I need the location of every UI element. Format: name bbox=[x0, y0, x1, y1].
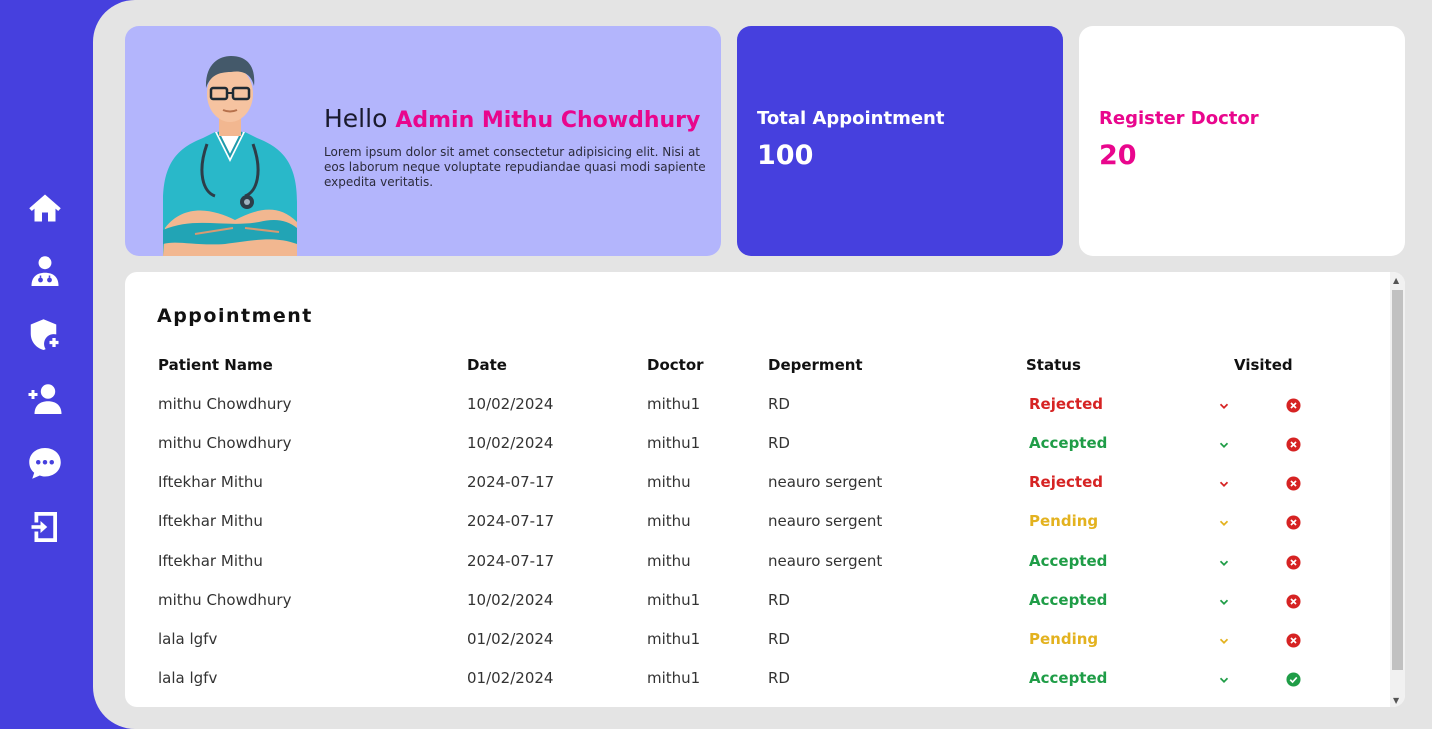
column-header-visited: Visited bbox=[1234, 356, 1293, 374]
status-cell: Accepted bbox=[1029, 591, 1108, 609]
department-cell: neauro sergent bbox=[768, 512, 883, 530]
table-row: mithu Chowdhury 10/02/2024 mithu1 RD Accepte… bbox=[125, 591, 1385, 613]
date-cell: 10/02/2024 bbox=[467, 434, 554, 452]
patient-name-cell: Iftekhar Mithu bbox=[158, 473, 263, 491]
doctor-icon[interactable] bbox=[25, 251, 65, 291]
department-cell: RD bbox=[768, 669, 790, 687]
status-dropdown-chevron-icon[interactable] bbox=[1217, 672, 1231, 686]
status-cell: Pending bbox=[1029, 512, 1099, 530]
department-cell: RD bbox=[768, 395, 790, 413]
not-visited-x-icon[interactable] bbox=[1286, 555, 1301, 570]
department-cell: RD bbox=[768, 434, 790, 452]
appointment-title: Appointment bbox=[157, 305, 313, 327]
not-visited-x-icon[interactable] bbox=[1286, 633, 1301, 648]
department-cell: neauro sergent bbox=[768, 552, 883, 570]
department-cell: neauro sergent bbox=[768, 473, 883, 491]
table-row: Iftekhar Mithu 2024-07-17 mithu neauro serg… bbox=[125, 473, 1385, 495]
date-cell: 10/02/2024 bbox=[467, 395, 554, 413]
not-visited-x-icon[interactable] bbox=[1286, 398, 1301, 413]
status-dropdown-chevron-icon[interactable] bbox=[1217, 594, 1231, 608]
table-row: Iftekhar Mithu 2024-07-17 mithu neauro serg… bbox=[125, 512, 1385, 534]
status-dropdown-chevron-icon[interactable] bbox=[1217, 398, 1231, 412]
department-cell: RD bbox=[768, 591, 790, 609]
department-cell: RD bbox=[768, 630, 790, 648]
status-cell: Rejected bbox=[1029, 473, 1104, 491]
table-row: lala lgfv 01/02/2024 mithu1 RD Pending bbox=[125, 630, 1385, 652]
status-cell: Accepted bbox=[1029, 552, 1108, 570]
total-appointment-card: Total Appointment 100 bbox=[737, 26, 1063, 256]
status-dropdown-chevron-icon[interactable] bbox=[1217, 437, 1231, 451]
sidebar bbox=[0, 0, 95, 729]
column-header-doctor: Doctor bbox=[647, 356, 704, 374]
column-header-department: Deperment bbox=[768, 356, 863, 374]
status-dropdown-chevron-icon[interactable] bbox=[1217, 476, 1231, 490]
welcome-description: Lorem ipsum dolor sit amet consectetur a… bbox=[324, 145, 706, 189]
patient-name-cell: mithu Chowdhury bbox=[158, 434, 292, 452]
status-cell: Rejected bbox=[1029, 395, 1104, 413]
welcome-card: Hello Admin Mithu Chowdhury Lorem ipsum … bbox=[125, 26, 721, 256]
register-doctor-value: 20 bbox=[1099, 140, 1137, 171]
shield-plus-icon[interactable] bbox=[25, 315, 65, 355]
not-visited-x-icon[interactable] bbox=[1286, 515, 1301, 530]
patient-name-cell: Iftekhar Mithu bbox=[158, 512, 263, 530]
patient-name-cell: Iftekhar Mithu bbox=[158, 552, 263, 570]
table-row: Iftekhar Mithu 2024-07-17 mithu neauro serg… bbox=[125, 552, 1385, 574]
doctor-cell: mithu1 bbox=[647, 669, 701, 687]
doctor-cell: mithu bbox=[647, 552, 691, 570]
total-appointment-label: Total Appointment bbox=[757, 108, 945, 129]
scrollbar[interactable]: ▲ ▼ bbox=[1390, 272, 1405, 707]
add-user-icon[interactable] bbox=[25, 379, 65, 419]
status-cell: Accepted bbox=[1029, 669, 1108, 687]
status-cell: Accepted bbox=[1029, 434, 1108, 452]
patient-name-cell: mithu Chowdhury bbox=[158, 395, 292, 413]
scrollbar-thumb[interactable] bbox=[1392, 290, 1403, 670]
patient-name-cell: lala lgfv bbox=[158, 630, 218, 648]
date-cell: 01/02/2024 bbox=[467, 630, 554, 648]
visited-check-icon[interactable] bbox=[1286, 672, 1301, 687]
status-dropdown-chevron-icon[interactable] bbox=[1217, 555, 1231, 569]
date-cell: 2024-07-17 bbox=[467, 512, 555, 530]
doctor-illustration bbox=[163, 56, 297, 256]
greeting: Hello bbox=[324, 104, 388, 133]
doctor-cell: mithu1 bbox=[647, 395, 701, 413]
register-doctor-label: Register Doctor bbox=[1099, 108, 1259, 129]
doctor-cell: mithu1 bbox=[647, 591, 701, 609]
date-cell: 2024-07-17 bbox=[467, 552, 555, 570]
admin-name: Admin Mithu Chowdhury bbox=[395, 108, 701, 133]
date-cell: 2024-07-17 bbox=[467, 473, 555, 491]
scroll-down-arrow-icon[interactable]: ▼ bbox=[1393, 696, 1399, 705]
status-dropdown-chevron-icon[interactable] bbox=[1217, 633, 1231, 647]
status-dropdown-chevron-icon[interactable] bbox=[1217, 515, 1231, 529]
patient-name-cell: lala lgfv bbox=[158, 669, 218, 687]
patient-name-cell: mithu Chowdhury bbox=[158, 591, 292, 609]
main-content: Hello Admin Mithu Chowdhury Lorem ipsum … bbox=[93, 0, 1432, 729]
register-doctor-card: Register Doctor 20 bbox=[1079, 26, 1405, 256]
doctor-cell: mithu bbox=[647, 473, 691, 491]
total-appointment-value: 100 bbox=[757, 140, 814, 171]
table-header: Patient Name Date Doctor Deperment Statu… bbox=[125, 356, 1385, 376]
date-cell: 10/02/2024 bbox=[467, 591, 554, 609]
appointment-table-card: Appointment Patient Name Date Doctor Dep… bbox=[125, 272, 1405, 707]
table-row: mithu Chowdhury 10/02/2024 mithu1 RD Rejecte… bbox=[125, 395, 1385, 417]
doctor-cell: mithu1 bbox=[647, 630, 701, 648]
home-icon[interactable] bbox=[25, 188, 65, 228]
table-row: mithu Chowdhury 10/02/2024 mithu1 RD Accepte… bbox=[125, 434, 1385, 456]
column-header-date: Date bbox=[467, 356, 507, 374]
logout-icon[interactable] bbox=[25, 507, 65, 547]
not-visited-x-icon[interactable] bbox=[1286, 476, 1301, 491]
doctor-cell: mithu bbox=[647, 512, 691, 530]
table-row: lala lgfv 01/02/2024 mithu1 RD Accepted bbox=[125, 669, 1385, 691]
column-header-patient: Patient Name bbox=[158, 356, 273, 374]
doctor-cell: mithu1 bbox=[647, 434, 701, 452]
date-cell: 01/02/2024 bbox=[467, 669, 554, 687]
welcome-title: Hello Admin Mithu Chowdhury bbox=[324, 104, 709, 133]
not-visited-x-icon[interactable] bbox=[1286, 594, 1301, 609]
column-header-status: Status bbox=[1026, 356, 1081, 374]
status-cell: Pending bbox=[1029, 630, 1099, 648]
welcome-text: Hello Admin Mithu Chowdhury Lorem ipsum … bbox=[324, 104, 709, 190]
not-visited-x-icon[interactable] bbox=[1286, 437, 1301, 452]
scroll-up-arrow-icon[interactable]: ▲ bbox=[1393, 276, 1399, 285]
chat-icon[interactable] bbox=[25, 443, 65, 483]
